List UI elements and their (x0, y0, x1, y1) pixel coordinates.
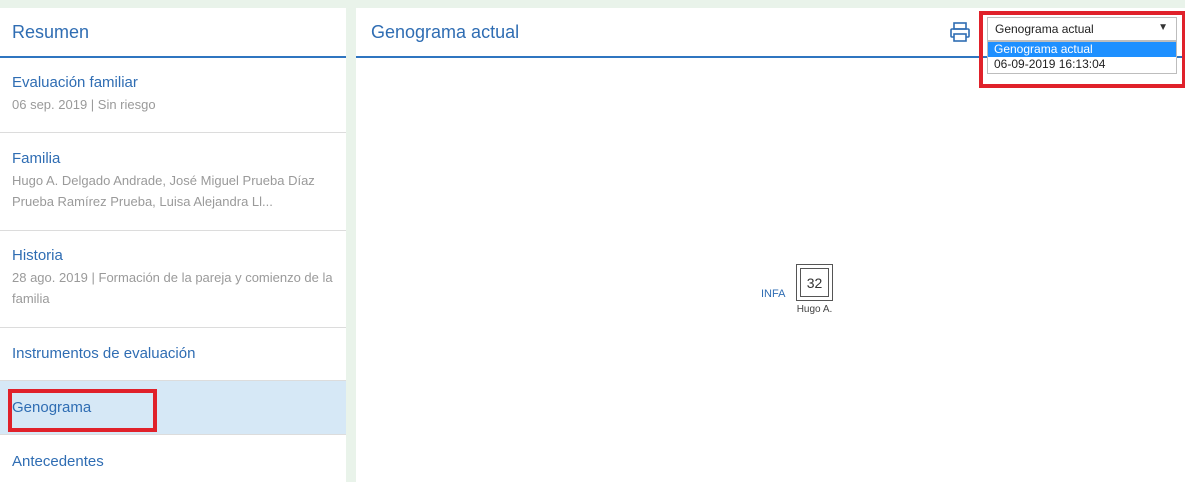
sidebar-item-title: Familia (12, 150, 61, 167)
genogram-person-node[interactable]: 32 (796, 264, 833, 301)
sidebar-item-title: Antecedentes (12, 453, 104, 470)
sidebar-item-evaluacion-familiar[interactable]: Evaluación familiar 06 sep. 2019 | Sin r… (0, 58, 346, 133)
highlight-genograma (8, 389, 157, 432)
person-age: 32 (800, 268, 829, 297)
sidebar-item-subtitle: Hugo A. Delgado Andrade, José Miguel Pru… (12, 173, 315, 209)
genogram-panel: Genograma actual Genograma actual ▼ Geno… (356, 8, 1185, 482)
sidebar-item-subtitle: 06 sep. 2019 | Sin riesgo (12, 97, 156, 112)
page-title: Genograma actual (371, 21, 520, 42)
person-name: Hugo A. (796, 304, 833, 315)
highlight-select (979, 11, 1185, 88)
printer-icon[interactable] (949, 21, 971, 43)
sidebar-item-familia[interactable]: Familia Hugo A. Delgado Andrade, José Mi… (0, 133, 346, 231)
genogram-tag: INFA (761, 288, 786, 300)
sidebar-item-historia[interactable]: Historia 28 ago. 2019 | Formación de la … (0, 231, 346, 328)
sidebar-header: Resumen (0, 8, 346, 58)
sidebar-item-title: Instrumentos de evaluación (12, 345, 196, 362)
sidebar-item-antecedentes[interactable]: Antecedentes (0, 435, 346, 482)
sidebar-item-subtitle: 28 ago. 2019 | Formación de la pareja y … (12, 270, 333, 306)
sidebar-title: Resumen (12, 21, 90, 42)
sidebar-item-instrumentos[interactable]: Instrumentos de evaluación (0, 328, 346, 381)
panel-header: Genograma actual Genograma actual ▼ Geno… (356, 8, 1185, 88)
sidebar-item-title: Historia (12, 247, 63, 264)
sidebar-item-title: Evaluación familiar (12, 74, 138, 91)
